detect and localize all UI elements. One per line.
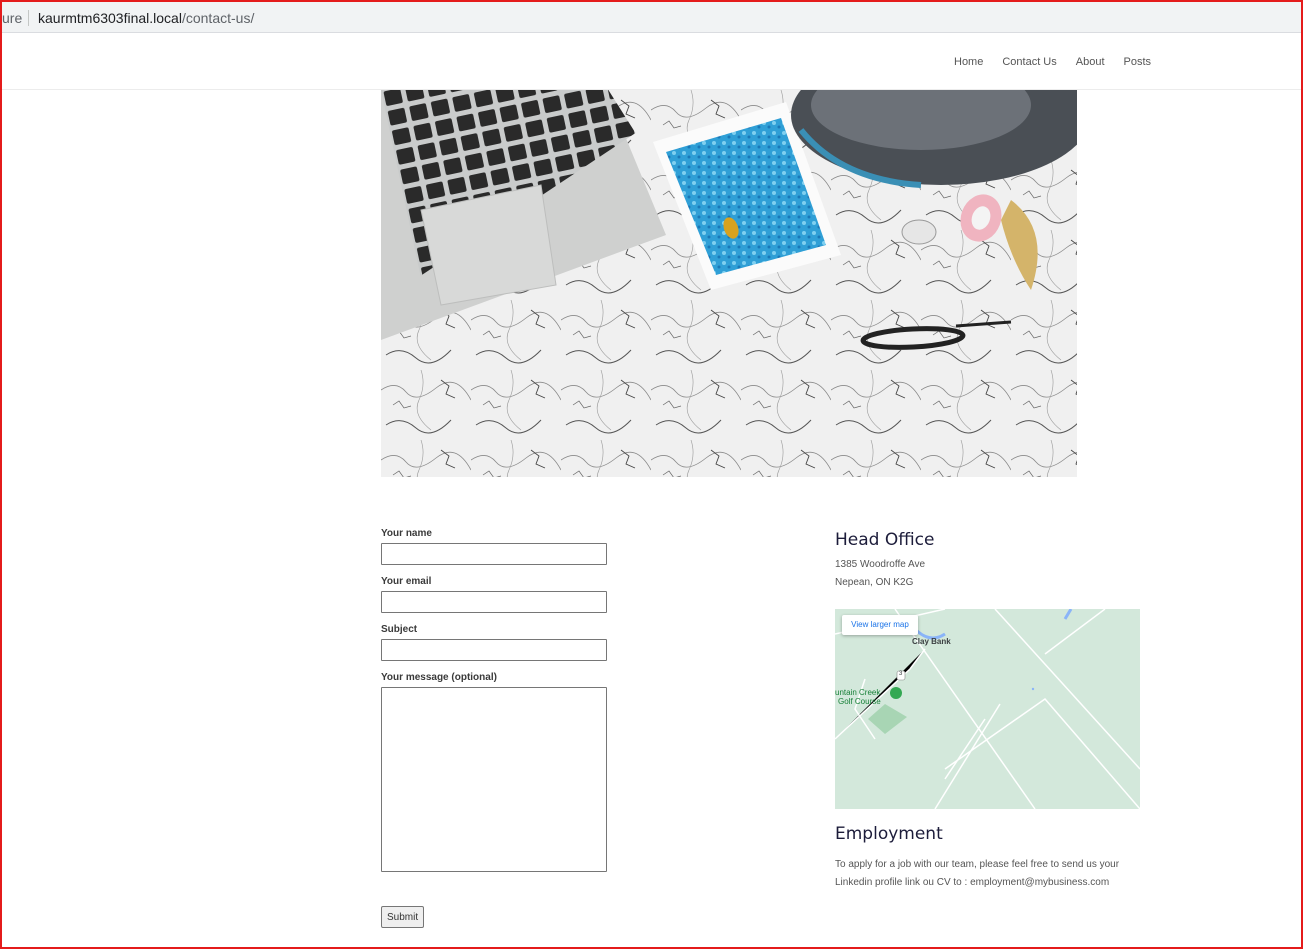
url-text[interactable]: kaurmtm6303final.local/contact-us/ [38, 10, 254, 26]
main-nav: Home Contact Us About Posts [954, 56, 1151, 68]
submit-button[interactable]: Submit [381, 906, 425, 928]
nav-posts[interactable]: Posts [1124, 56, 1152, 68]
contact-form: Your name Your email Subject Your messag… [381, 528, 621, 928]
message-label: Your message (optional) [381, 672, 497, 683]
message-textarea[interactable] [381, 687, 607, 872]
employment-text: To apply for a job with our team, please… [835, 859, 1120, 888]
subject-label: Subject [381, 624, 418, 635]
address-bar[interactable]: ure kaurmtm6303final.local/contact-us/ [2, 2, 1301, 33]
map-place-label: Clay Bank [912, 637, 951, 646]
hero-image [381, 90, 1077, 477]
map-illustration [835, 609, 1140, 809]
nav-about[interactable]: About [1076, 56, 1105, 68]
url-separator [28, 10, 29, 26]
view-larger-map-link[interactable]: View larger map [842, 615, 918, 635]
email-label: Your email [381, 576, 432, 587]
map-road-badge: 3 [899, 671, 903, 677]
desk-photo-illustration [381, 90, 1077, 477]
name-input[interactable] [381, 543, 607, 565]
url-path: /contact-us/ [181, 10, 255, 26]
nav-home[interactable]: Home [954, 56, 983, 68]
email-input[interactable] [381, 591, 607, 613]
url-host: kaurmtm6303final.local [38, 10, 182, 26]
name-label: Your name [381, 528, 432, 539]
contact-info: Head Office 1385 Woodroffe Ave Nepean, O… [835, 530, 1141, 888]
head-office-title: Head Office [835, 530, 935, 550]
subject-input[interactable] [381, 639, 607, 661]
site-header: Home Contact Us About Posts [2, 34, 1301, 90]
employment-title: Employment [835, 824, 943, 844]
map-golf-label-2: Golf Course [838, 697, 881, 706]
map-golf-label-1: untain Creek [835, 688, 881, 697]
nav-contact-us[interactable]: Contact Us [1002, 56, 1056, 68]
security-label[interactable]: ure [2, 10, 22, 26]
address-line-1: 1385 Woodroffe Ave [835, 559, 926, 570]
address-line-2: Nepean, ON K2G [835, 577, 914, 588]
embedded-map[interactable]: View larger map Clay Bank 3 untain Creek… [835, 609, 1140, 809]
